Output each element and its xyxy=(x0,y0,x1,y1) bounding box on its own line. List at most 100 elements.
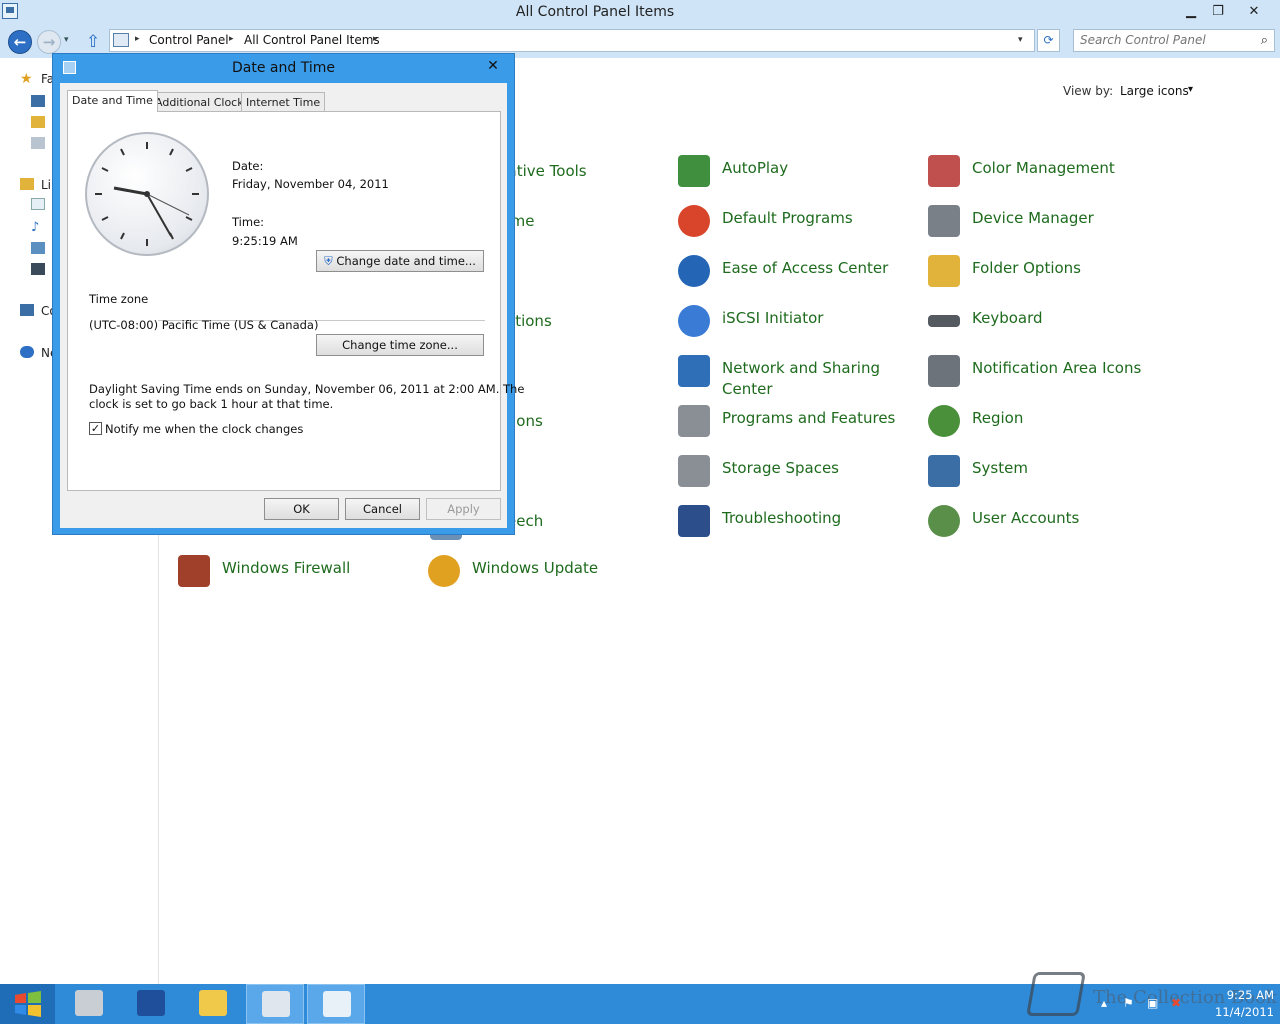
ease-of-access-icon xyxy=(678,255,710,287)
windows-update-icon xyxy=(428,555,460,587)
date-and-time-dialog: Date and Time ✕ Date and Time Additional… xyxy=(52,53,524,535)
dst-notice-line-1: Daylight Saving Time ends on Sunday, Nov… xyxy=(89,382,525,396)
autoplay-icon xyxy=(678,155,710,187)
cancel-button[interactable]: Cancel xyxy=(345,498,420,520)
music-icon[interactable]: ♪ xyxy=(31,220,45,235)
powershell-icon xyxy=(137,990,165,1016)
maximize-button[interactable]: ❐ xyxy=(1206,2,1230,22)
desktop-icon[interactable] xyxy=(31,95,45,107)
change-time-zone-button[interactable]: Change time zone... xyxy=(316,334,484,356)
windows-logo-icon xyxy=(15,991,41,1017)
change-date-time-button[interactable]: ⛨ Change date and time... xyxy=(316,250,484,272)
breadcrumb-all-items[interactable]: All Control Panel Items xyxy=(244,33,380,47)
taskbar-date-and-time[interactable] xyxy=(307,984,365,1024)
taskbar-clock-date[interactable]: 11/4/2011 xyxy=(1202,1005,1274,1019)
cp-item-default-programs[interactable]: Default Programs xyxy=(678,205,918,247)
cp-item-windows-firewall[interactable]: Windows Firewall xyxy=(178,555,418,597)
cp-item-programs-and-features[interactable]: Programs and Features xyxy=(678,405,918,447)
date-time-taskbar-icon xyxy=(323,991,351,1017)
refresh-button[interactable]: ⟳ xyxy=(1037,29,1060,52)
tab-panel-date-and-time: Date: Friday, November 04, 2011 Time: 9:… xyxy=(67,111,524,491)
cp-item-folder-options[interactable]: Folder Options xyxy=(928,255,1168,297)
breadcrumb-separator[interactable]: ▸ xyxy=(373,34,378,44)
storage-spaces-icon xyxy=(678,455,710,487)
taskbar-file-explorer[interactable] xyxy=(184,984,242,1024)
control-panel-taskbar-icon xyxy=(262,991,290,1017)
system-icon xyxy=(928,455,960,487)
programs-and-features-icon xyxy=(678,405,710,437)
taskbar-powershell[interactable] xyxy=(122,984,180,1024)
forward-button[interactable]: → xyxy=(37,30,61,54)
window-titlebar: All Control Panel Items ▁ ❐ ✕ xyxy=(0,0,1280,26)
recent-locations-dropdown[interactable]: ▾ xyxy=(64,35,69,45)
cp-item-iscsi-initiator[interactable]: iSCSI Initiator xyxy=(678,305,918,347)
notify-checkbox[interactable]: ✓ xyxy=(89,422,102,435)
network-status-icon[interactable]: ▣ xyxy=(1147,996,1158,1010)
up-button[interactable]: ⇧ xyxy=(86,32,100,52)
cp-item-device-manager[interactable]: Device Manager xyxy=(928,205,1168,247)
cp-item-autoplay[interactable]: AutoPlay xyxy=(678,155,918,197)
apply-button[interactable]: Apply xyxy=(426,498,501,520)
videos-icon[interactable] xyxy=(31,263,45,275)
breadcrumb-separator[interactable]: ▸ xyxy=(135,34,140,44)
cp-item-notification-area-icons[interactable]: Notification Area Icons xyxy=(928,355,1168,397)
dialog-close-button[interactable]: ✕ xyxy=(483,56,503,76)
time-zone-value: (UTC-08:00) Pacific Time (US & Canada) xyxy=(89,318,319,332)
ok-button[interactable]: OK xyxy=(264,498,339,520)
user-accounts-icon xyxy=(928,505,960,537)
close-button[interactable]: ✕ xyxy=(1242,2,1266,22)
view-by-label: View by: xyxy=(1063,84,1114,98)
show-hidden-icons-chevron-icon[interactable]: ▴ xyxy=(1101,996,1107,1010)
documents-icon[interactable] xyxy=(31,198,45,210)
tab-date-and-time[interactable]: Date and Time xyxy=(67,90,158,112)
taskbar-control-panel[interactable] xyxy=(246,984,304,1024)
taskbar-server-manager[interactable] xyxy=(60,984,118,1024)
taskbar: The Collection Book ▴ ⚑ ▣ ✖ 9:25 AM 11/4… xyxy=(0,972,1280,1024)
cp-item-keyboard[interactable]: Keyboard xyxy=(928,305,1168,347)
dialog-body: Date and Time Additional Clocks Internet… xyxy=(60,83,524,528)
windows-firewall-icon xyxy=(178,555,210,587)
cp-item-color-management[interactable]: Color Management xyxy=(928,155,1168,197)
recent-places-icon[interactable] xyxy=(31,137,45,149)
minimize-button[interactable]: ▁ xyxy=(1179,2,1203,22)
dst-notice-line-2: clock is set to go back 1 hour at that t… xyxy=(89,397,334,411)
server-manager-icon xyxy=(75,990,103,1016)
window-title: All Control Panel Items xyxy=(515,4,675,20)
cp-item-network-and-sharing[interactable]: Network and Sharing Center xyxy=(678,355,918,398)
tab-additional-clocks[interactable]: Additional Clocks xyxy=(150,92,255,112)
device-manager-icon xyxy=(928,205,960,237)
search-icon[interactable]: ⌕ xyxy=(1261,33,1268,48)
cp-item-storage-spaces[interactable]: Storage Spaces xyxy=(678,455,918,497)
action-center-flag-icon[interactable]: ⚑ xyxy=(1123,996,1134,1010)
system-tray: ▴ ⚑ ▣ ✖ 9:25 AM 11/4/2011 xyxy=(1094,984,1280,1024)
cp-item-region[interactable]: Region xyxy=(928,405,1168,447)
view-by-chevron-icon[interactable]: ▾ xyxy=(1188,84,1193,95)
network-and-sharing-icon xyxy=(678,355,710,387)
volume-muted-icon[interactable]: ✖ xyxy=(1171,996,1181,1010)
cp-item-troubleshooting[interactable]: Troubleshooting xyxy=(678,505,918,547)
analog-clock xyxy=(85,132,209,256)
notify-label[interactable]: Notify me when the clock changes xyxy=(105,422,303,436)
iscsi-initiator-icon xyxy=(678,305,710,337)
cp-item-system[interactable]: System xyxy=(928,455,1168,497)
troubleshooting-icon xyxy=(678,505,710,537)
time-value: 9:25:19 AM xyxy=(232,234,298,248)
cp-item-user-accounts[interactable]: User Accounts xyxy=(928,505,1168,547)
back-button[interactable]: ← xyxy=(8,30,32,54)
tab-internet-time[interactable]: Internet Time xyxy=(241,92,326,112)
start-button[interactable] xyxy=(0,984,55,1024)
pictures-icon[interactable] xyxy=(31,242,45,254)
search-input[interactable] xyxy=(1080,33,1250,47)
view-by-dropdown[interactable]: Large icons xyxy=(1120,84,1189,98)
downloads-icon[interactable] xyxy=(31,116,45,128)
cp-item-windows-update[interactable]: Windows Update xyxy=(428,555,668,597)
breadcrumb-control-panel[interactable]: Control Panel xyxy=(149,33,229,47)
address-bar[interactable]: ▸ Control Panel ▸ All Control Panel Item… xyxy=(109,29,1035,52)
keyboard-icon xyxy=(928,315,960,327)
search-box[interactable]: ⌕ xyxy=(1073,29,1275,52)
taskbar-clock-time[interactable]: 9:25 AM xyxy=(1206,988,1274,1002)
cp-item-ease-of-access[interactable]: Ease of Access Center xyxy=(678,255,918,297)
breadcrumb-separator[interactable]: ▸ xyxy=(229,34,234,44)
dialog-titlebar[interactable]: Date and Time ✕ xyxy=(53,54,514,82)
address-dropdown[interactable]: ▾ xyxy=(1018,35,1023,45)
